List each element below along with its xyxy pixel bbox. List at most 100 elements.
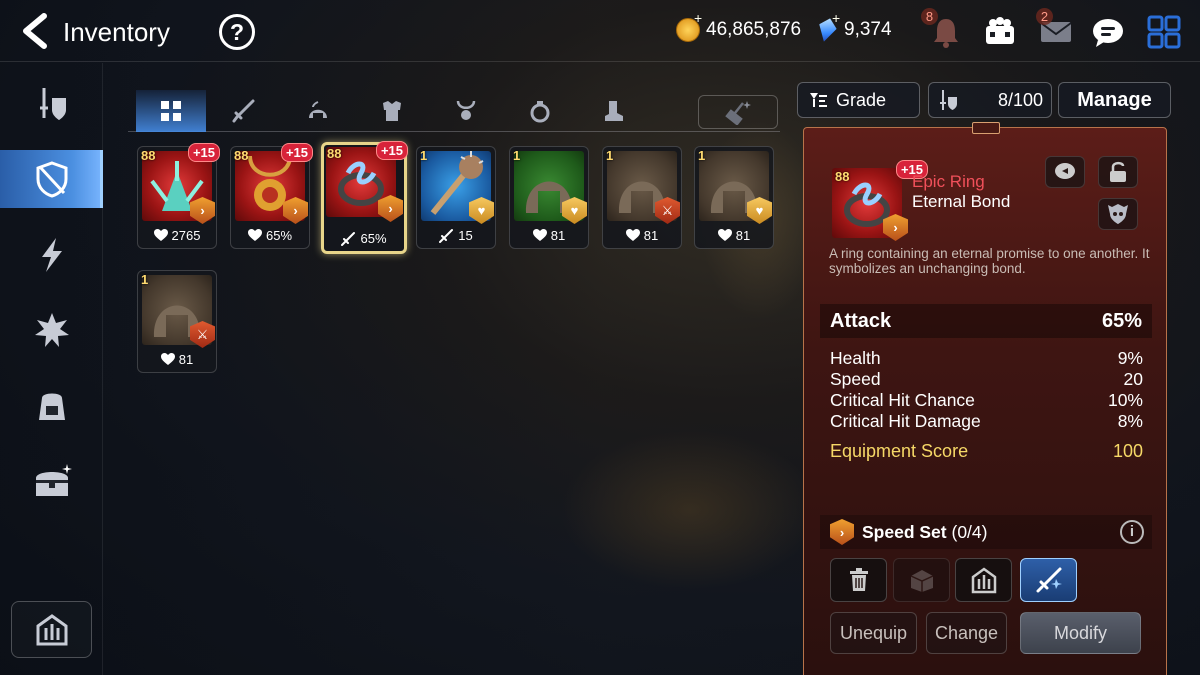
item-level: 88: [327, 146, 342, 161]
detail-level: 88: [835, 169, 850, 184]
sell-button[interactable]: [830, 558, 887, 602]
gem-currency[interactable]: + 9,374: [818, 10, 892, 42]
sidebar-item-catalyst[interactable]: [0, 301, 103, 359]
inventory-item[interactable]: 1 ⚔ 81: [602, 146, 682, 249]
inventory-item[interactable]: 1 ♥ 81: [509, 146, 589, 249]
clean-broom-icon: [725, 101, 751, 125]
inventory-item[interactable]: 88 +15 › 2765: [137, 143, 220, 249]
enhance-badge: +15: [280, 143, 313, 162]
set-info-button[interactable]: i: [1120, 520, 1144, 544]
inventory-item[interactable]: 1 ♥ 15: [416, 146, 496, 249]
sort-filter-button[interactable]: [698, 95, 778, 129]
tab-necklace[interactable]: [431, 90, 501, 132]
page-title: Inventory: [63, 17, 170, 47]
health-stat-icon: [153, 229, 168, 241]
extract-button[interactable]: [893, 558, 950, 602]
top-bar: Inventory ? + 46,865,876 + 9,374 8 2: [0, 0, 1200, 62]
item-main-stat: 81: [695, 228, 773, 243]
back-button[interactable]: [18, 12, 52, 50]
inventory-item[interactable]: 1 ⚔ 81: [137, 270, 217, 373]
armory-icon: [36, 613, 67, 645]
sub-stats-list: Health 9% Speed 20 Critical Hit Chance 10% Cri…: [830, 348, 1143, 432]
hero-equip-button[interactable]: [1098, 198, 1138, 230]
sub-stat-value: 10%: [1107, 390, 1143, 410]
sword-shield-icon: [39, 88, 66, 120]
capacity-value: 8/100: [997, 89, 1043, 110]
sword-icon: [232, 99, 255, 123]
share-chat-button[interactable]: [1045, 156, 1085, 188]
mail-badge: 2: [1036, 8, 1053, 25]
sword-shield-icon: [940, 90, 957, 110]
speed-set-icon: ›: [830, 519, 854, 545]
main-stat: Attack 65%: [820, 304, 1152, 338]
gold-currency[interactable]: + 46,865,876: [676, 10, 802, 42]
lock-button[interactable]: [1098, 156, 1138, 188]
health-stat-icon: [160, 353, 175, 365]
gold-amount: 46,865,876: [706, 19, 802, 40]
sidebar-item-unequipped[interactable]: [0, 150, 103, 208]
item-main-stat: 65%: [324, 231, 404, 246]
tab-armor[interactable]: [357, 90, 427, 132]
item-level: 1: [606, 148, 614, 163]
sub-stat-label: Speed: [830, 369, 881, 389]
modify-button[interactable]: Modify: [1020, 612, 1141, 654]
speed-set-icon: ›: [378, 195, 403, 222]
box-icon: [910, 570, 933, 592]
treasure-chest-icon: [35, 464, 72, 496]
panel-ornament: [972, 122, 1000, 134]
inventory-item[interactable]: 88 +15 › 65%: [321, 141, 408, 254]
item-level: 88: [141, 148, 156, 163]
necklace-icon: [456, 100, 476, 120]
lightning-icon: [41, 238, 62, 272]
sidebar-item-equipment[interactable]: [0, 75, 103, 133]
tab-boots[interactable]: [578, 90, 648, 132]
store-button[interactable]: [955, 558, 1012, 602]
menu-grid-icon[interactable]: [1146, 14, 1182, 50]
score-label: Equipment Score: [830, 441, 969, 461]
item-main-stat: 81: [510, 228, 588, 243]
detail-item-art: 88 +15 ›: [832, 160, 928, 241]
item-level: 1: [141, 272, 149, 287]
item-level: 1: [513, 148, 521, 163]
tab-weapon[interactable]: [209, 90, 279, 132]
gem-amount: 9,374: [844, 19, 892, 40]
grade-sort-button[interactable]: Grade: [797, 82, 920, 118]
item-stat-value: 65%: [360, 231, 387, 246]
help-button[interactable]: ?: [219, 14, 255, 50]
change-button[interactable]: Change: [926, 612, 1007, 654]
trash-icon: [849, 568, 868, 591]
item-stat-value: 81: [178, 352, 194, 367]
item-main-stat: 2765: [138, 228, 216, 243]
item-stat-value: 81: [550, 228, 566, 243]
inventory-capacity[interactable]: 8/100: [928, 82, 1052, 118]
enhance-button[interactable]: [1020, 558, 1077, 602]
item-main-stat: 15: [417, 228, 495, 243]
unequip-button[interactable]: Unequip: [830, 612, 917, 654]
tab-ring[interactable]: [505, 90, 575, 132]
health-stat-icon: [532, 229, 547, 241]
sub-stat-label: Critical Hit Damage: [830, 411, 981, 431]
tab-helmet[interactable]: [283, 90, 353, 132]
inventory-item[interactable]: 1 ♥ 81: [694, 146, 774, 249]
health-stat-icon: [717, 229, 732, 241]
guild-icon[interactable]: [982, 14, 1018, 50]
armory-icon: [971, 567, 996, 594]
shield-slash-icon: [36, 161, 67, 198]
chat-icon[interactable]: [1090, 14, 1126, 50]
sidebar-item-artifact[interactable]: [0, 226, 103, 284]
manage-button[interactable]: Manage: [1058, 82, 1171, 118]
sub-stat-label: Critical Hit Chance: [830, 390, 975, 410]
sidebar-armory-button[interactable]: [11, 601, 92, 658]
sidebar-item-chest[interactable]: [0, 453, 103, 511]
item-stat-value: 15: [458, 228, 473, 243]
item-level: 88: [234, 148, 249, 163]
sub-stat-row: Critical Hit Damage 8%: [830, 411, 1143, 432]
sidebar-item-bag[interactable]: [0, 377, 103, 435]
sub-stat-label: Health: [830, 348, 881, 368]
inventory-item[interactable]: 88 +15 › 65%: [230, 143, 313, 249]
item-stat-value: 2765: [171, 228, 201, 243]
boots-icon: [605, 101, 623, 121]
sub-stat-row: Critical Hit Chance 10%: [830, 390, 1143, 411]
sub-stat-value: 8%: [1117, 411, 1143, 431]
tab-all[interactable]: [136, 90, 206, 132]
